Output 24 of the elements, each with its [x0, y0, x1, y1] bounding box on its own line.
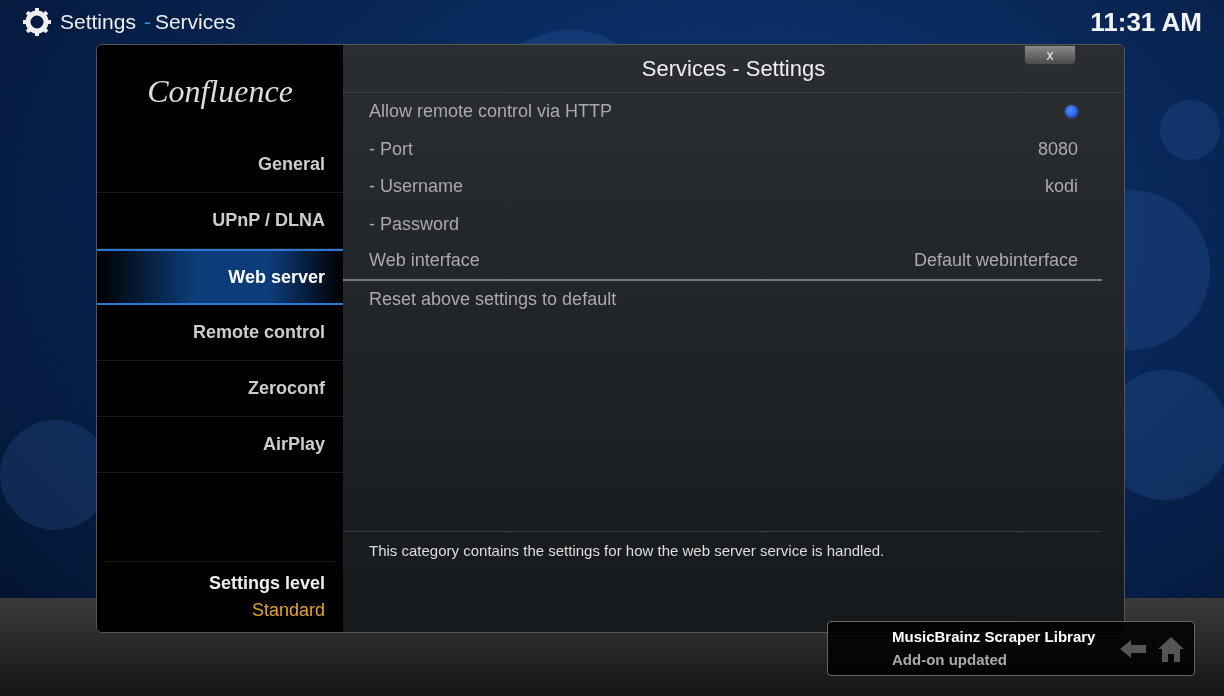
setting-label[interactable]: Reset above settings to default [369, 285, 617, 313]
title-separator: - [143, 9, 151, 36]
setting-value: Default webinterface [913, 249, 1078, 273]
settings-icon [22, 7, 52, 37]
setting-label[interactable]: Allow remote control via HTTP [369, 98, 613, 126]
toggle-indicator[interactable] [1065, 105, 1078, 119]
setting-label[interactable]: - Username [369, 173, 464, 201]
section-title: Services [154, 9, 236, 36]
sidebar-item[interactable]: Web server [97, 249, 343, 305]
header-title: Settings [60, 9, 136, 36]
description-text: This category contains the settings for how the web server service is handled. [343, 530, 1100, 570]
notification-message: Add-on updated [892, 649, 1008, 670]
settings-level-label: Settings level [208, 572, 325, 595]
setting-label[interactable]: - Port [369, 135, 413, 163]
setting-label[interactable]: - Password [369, 210, 460, 238]
setting-label[interactable]: Web interface [369, 247, 480, 275]
close-button[interactable]: x [1024, 45, 1076, 65]
settings-level-value[interactable]: Standard [251, 597, 325, 624]
logo-text: Confluence [147, 72, 293, 111]
dialog-title: Services - Settings [641, 55, 826, 83]
setting-value: kodi [1044, 175, 1078, 199]
setting-value: 8080 [1037, 137, 1078, 161]
notification-title: MusicBrainz Scraper Library [892, 627, 1096, 647]
clock-time: 11:31 AM [1090, 5, 1202, 39]
